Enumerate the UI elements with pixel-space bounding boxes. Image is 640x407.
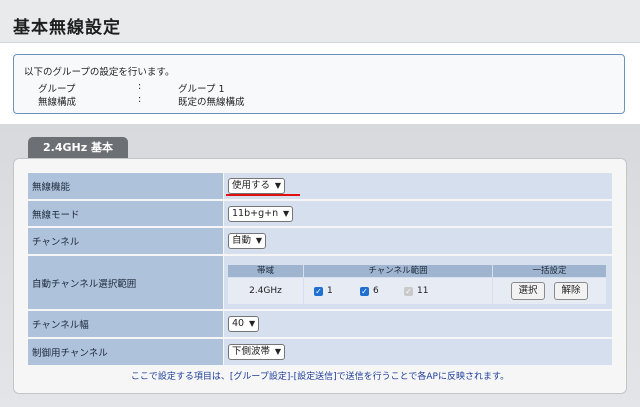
control-channel-value: 下側波帯 — [232, 346, 271, 357]
red-highlight-underline — [226, 194, 300, 196]
channel-width-select[interactable]: 40 ▼ — [228, 316, 260, 332]
channel-option-label: 1 — [327, 286, 333, 296]
channel-option-6[interactable]: ✓ 6 — [360, 286, 379, 296]
page-title: 基本無線設定 — [13, 18, 121, 38]
title-bar: 基本無線設定 — [0, 0, 640, 43]
auto-channel-label: 自動チャンネル選択範囲 — [28, 256, 223, 310]
chevron-down-icon: ▼ — [282, 209, 290, 218]
chevron-down-icon: ▼ — [274, 181, 282, 190]
channel-option-label: 11 — [417, 286, 429, 296]
wireless-mode-label: 無線モード — [28, 201, 223, 227]
wireless-function-label: 無線機能 — [28, 173, 223, 200]
band-header: 帯域 — [228, 265, 303, 277]
channel-width-value: 40 — [232, 318, 245, 329]
channel-cell: 自動 ▼ — [224, 228, 612, 255]
info-intro: 以下のグループの設定を行います。 — [24, 67, 175, 78]
checkmark-icon[interactable]: ✓ — [314, 286, 323, 296]
chevron-down-icon: ▼ — [255, 236, 263, 245]
channel-range-header: チャンネル範囲 — [304, 265, 492, 277]
channel-value: 自動 — [232, 235, 252, 246]
checkmark-icon[interactable]: ✓ — [360, 286, 369, 296]
footnote-text: ここで設定する項目は、[グループ設定]-[設定送信]で送信を行うことで各APに反… — [130, 372, 510, 382]
channel-select[interactable]: 自動 ▼ — [228, 233, 267, 249]
group-info-box: 以下のグループの設定を行います。 グループ : グループ 1 無線構成 : 既定… — [13, 54, 625, 114]
channel-option-11: ✓ 11 — [404, 286, 428, 296]
info-separator: : — [138, 81, 142, 92]
chevron-down-icon: ▼ — [274, 347, 282, 356]
checkmark-icon: ✓ — [404, 286, 413, 296]
clear-all-button[interactable]: 解除 — [554, 282, 588, 300]
info-separator: : — [138, 94, 142, 105]
wireless-mode-cell: 11b+g+n ▼ — [224, 201, 612, 227]
info-label: 無線構成 — [38, 97, 77, 108]
control-channel-cell: 下側波帯 ▼ — [224, 339, 612, 366]
wireless-function-value: 使用する — [232, 180, 271, 191]
wireless-mode-value: 11b+g+n — [232, 208, 279, 219]
bulk-setting-header: 一括設定 — [493, 265, 606, 277]
channel-label: チャンネル — [28, 228, 223, 255]
channel-width-cell: 40 ▼ — [224, 311, 612, 338]
tab-2-4ghz-basic[interactable]: 2.4GHz 基本 — [28, 137, 128, 159]
control-channel-label: 制御用チャンネル — [28, 339, 223, 366]
channel-option-label: 6 — [373, 286, 379, 296]
bulk-setting-cell — [493, 278, 606, 304]
channel-width-label: チャンネル幅 — [28, 311, 223, 338]
channel-range-cell: ✓ 1 ✓ 6 ✓ 11 — [304, 278, 492, 304]
control-channel-select[interactable]: 下側波帯 ▼ — [228, 344, 286, 360]
wireless-mode-select[interactable]: 11b+g+n ▼ — [228, 206, 294, 222]
channel-option-1[interactable]: ✓ 1 — [314, 286, 333, 296]
info-value: グループ 1 — [178, 84, 225, 95]
band-value: 2.4GHz — [228, 278, 303, 304]
info-label: グループ — [38, 84, 76, 95]
select-all-button[interactable]: 選択 — [511, 282, 545, 300]
chevron-down-icon: ▼ — [248, 319, 256, 328]
info-value: 既定の無線構成 — [178, 97, 245, 108]
wireless-function-select[interactable]: 使用する ▼ — [228, 178, 286, 194]
